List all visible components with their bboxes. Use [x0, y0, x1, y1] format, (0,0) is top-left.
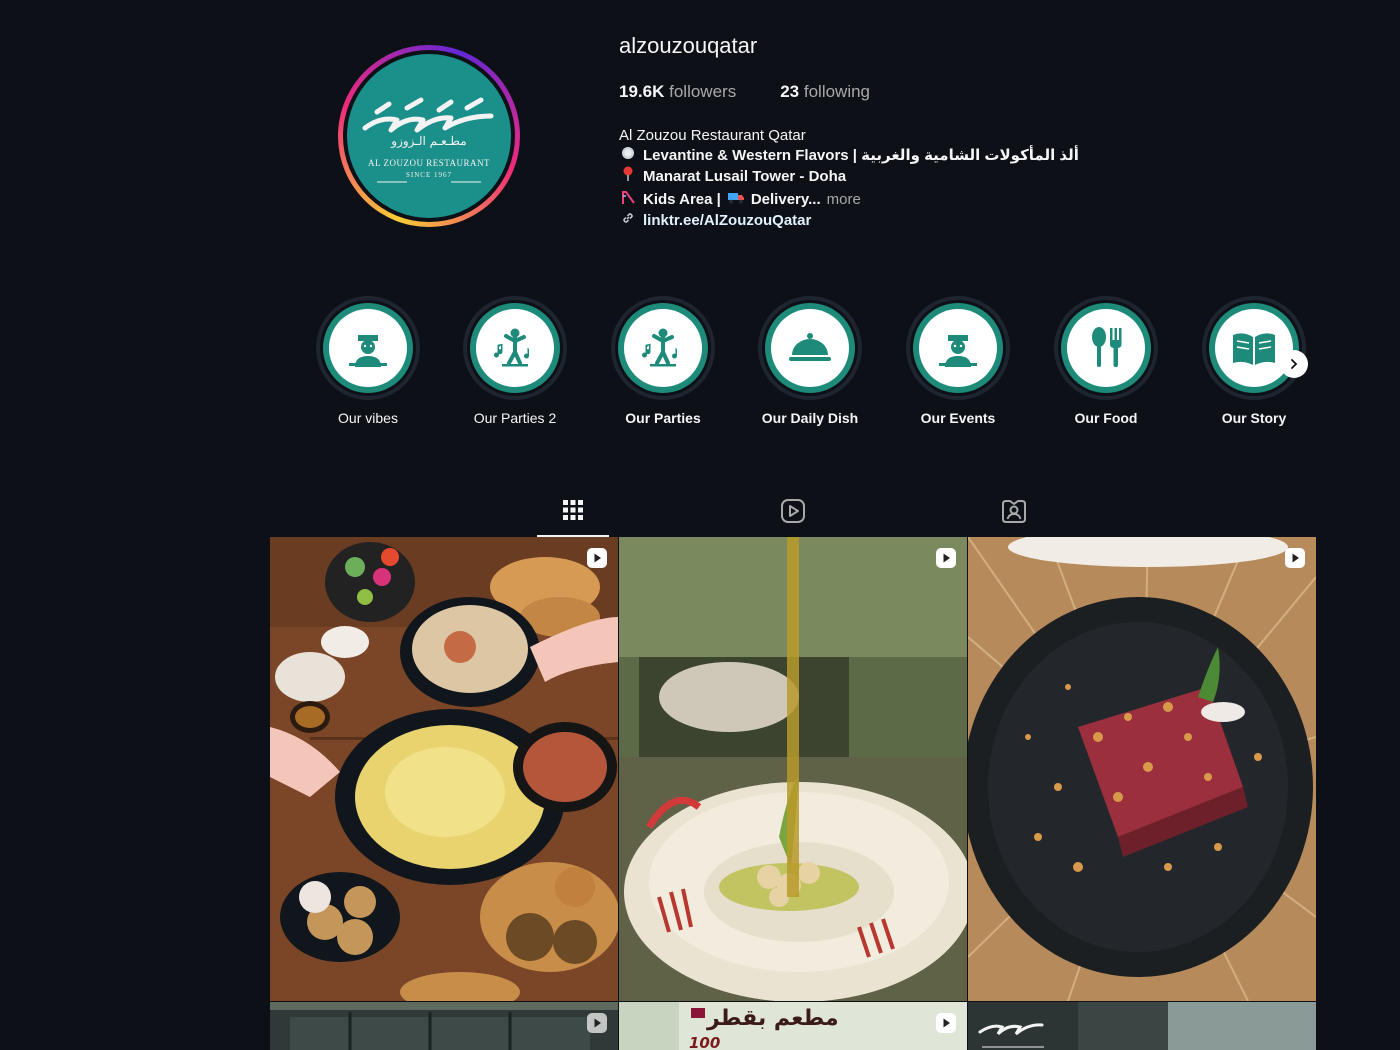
highlight-label: Our Food	[1074, 410, 1138, 426]
post-tile[interactable]	[619, 537, 967, 1001]
grid-icon	[563, 500, 583, 520]
reel-badge-icon	[587, 548, 607, 568]
followers-label: followers	[669, 82, 737, 101]
truck-icon	[727, 190, 745, 210]
tab-tagged[interactable]	[992, 495, 1036, 537]
highlight-our-parties[interactable]: Our Parties	[611, 296, 715, 426]
spoon-fork-icon	[1092, 327, 1122, 367]
book-icon	[1233, 333, 1275, 365]
waiter-icon	[939, 335, 977, 367]
bio-line-2-text: Manarat Lusail Tower - Doha	[643, 168, 847, 186]
post-tile[interactable]	[270, 1002, 618, 1050]
followers-link[interactable]: 19.6K followers	[619, 82, 736, 102]
post-tile[interactable]	[270, 537, 618, 1001]
bio-line-1-text: Levantine & Western Flavors | ألذ المأكو…	[643, 147, 1079, 165]
tab-posts[interactable]	[537, 495, 609, 537]
slide-icon	[619, 189, 637, 211]
highlight-label: Our Daily Dish	[761, 410, 859, 426]
reel-badge-icon	[1285, 548, 1305, 568]
pin-icon	[619, 166, 637, 188]
profile-full-name: Al Zouzou Restaurant Qatar	[619, 127, 806, 144]
highlight-label: Our Parties	[625, 410, 701, 426]
dancer-icon	[494, 328, 529, 367]
highlight-label: Our Events	[920, 410, 996, 426]
highlight-our-events[interactable]: Our Events	[906, 296, 1010, 426]
bio-external-link[interactable]: linktr.ee/AlZouzouQatar	[619, 211, 1079, 231]
highlight-our-food[interactable]: Our Food	[1054, 296, 1158, 426]
following-link[interactable]: 23 following	[780, 82, 870, 102]
post-image-mezze	[270, 537, 618, 1001]
highlights-next-button[interactable]	[1280, 350, 1308, 378]
following-label: following	[803, 82, 871, 101]
logo-arabic-text: مطـعـم الـزوزو	[391, 134, 467, 148]
link-icon	[619, 211, 637, 231]
post-tile[interactable]	[968, 1002, 1316, 1050]
bio-line-3b-text: Delivery...	[750, 190, 821, 208]
profile-username: alzouzouqatar	[619, 33, 758, 58]
highlight-label: Our Parties 2	[473, 410, 557, 426]
highlight-our-daily-dish[interactable]: Our Daily Dish	[758, 296, 862, 426]
promo-caption-line2: 100	[689, 1034, 721, 1050]
highlight-our-vibes[interactable]: Our vibes	[316, 296, 420, 426]
highlight-label: Our vibes	[338, 410, 398, 426]
highlight-label: Our Story	[1221, 410, 1287, 426]
bio-line-kids: Kids Area | Delivery... more	[619, 189, 1079, 211]
reel-badge-icon	[936, 1013, 956, 1033]
profile-bio: Al Zouzou Restaurant Qatar Levantine & W…	[619, 126, 1079, 231]
reels-icon	[781, 499, 805, 523]
story-highlights: Our vibes Our Parties 2 Our Parties Our …	[316, 296, 1316, 436]
waiter-icon	[349, 335, 387, 367]
bio-more-link[interactable]: more	[827, 190, 861, 210]
profile-avatar-ring[interactable]: مطـعـم الـزوزو AL ZOUZOU RESTAURANT SINC…	[338, 45, 520, 227]
cloche-icon	[789, 333, 831, 361]
bio-line-flavors: Levantine & Western Flavors | ألذ المأكو…	[619, 146, 1079, 166]
chevron-right-icon	[1291, 359, 1298, 369]
post-image-logo	[968, 1002, 1316, 1050]
reel-badge-icon	[587, 1013, 607, 1033]
promo-caption-line1: مطعم بقطر	[707, 1006, 839, 1031]
plate-icon	[619, 146, 637, 166]
bio-link-text: linktr.ee/AlZouzouQatar	[643, 211, 812, 229]
bio-line-3a-text: Kids Area |	[643, 190, 721, 208]
profile-tabs	[270, 495, 1316, 537]
tagged-icon	[1002, 500, 1026, 523]
post-tile[interactable]	[968, 537, 1316, 1001]
post-image-hummus	[619, 537, 967, 1001]
post-image-exterior	[270, 1002, 618, 1050]
profile-stats: 19.6K followers 23 following	[619, 82, 870, 102]
post-tile[interactable]: مطعم بقطر 100	[619, 1002, 967, 1050]
logo-since-text: SINCE 1967	[406, 171, 452, 179]
highlight-our-parties-2[interactable]: Our Parties 2	[463, 296, 567, 426]
profile-avatar[interactable]: مطـعـم الـزوزو AL ZOUZOU RESTAURANT SINC…	[347, 54, 511, 218]
followers-count: 19.6K	[619, 82, 665, 101]
post-image-kibbeh	[968, 537, 1316, 1001]
following-count: 23	[780, 82, 800, 101]
dancer-icon	[642, 328, 677, 367]
reel-badge-icon	[936, 548, 956, 568]
bio-line-location: Manarat Lusail Tower - Doha	[619, 166, 1079, 188]
tab-reels[interactable]	[771, 495, 815, 537]
logo-english-text: AL ZOUZOU RESTAURANT	[368, 158, 490, 168]
